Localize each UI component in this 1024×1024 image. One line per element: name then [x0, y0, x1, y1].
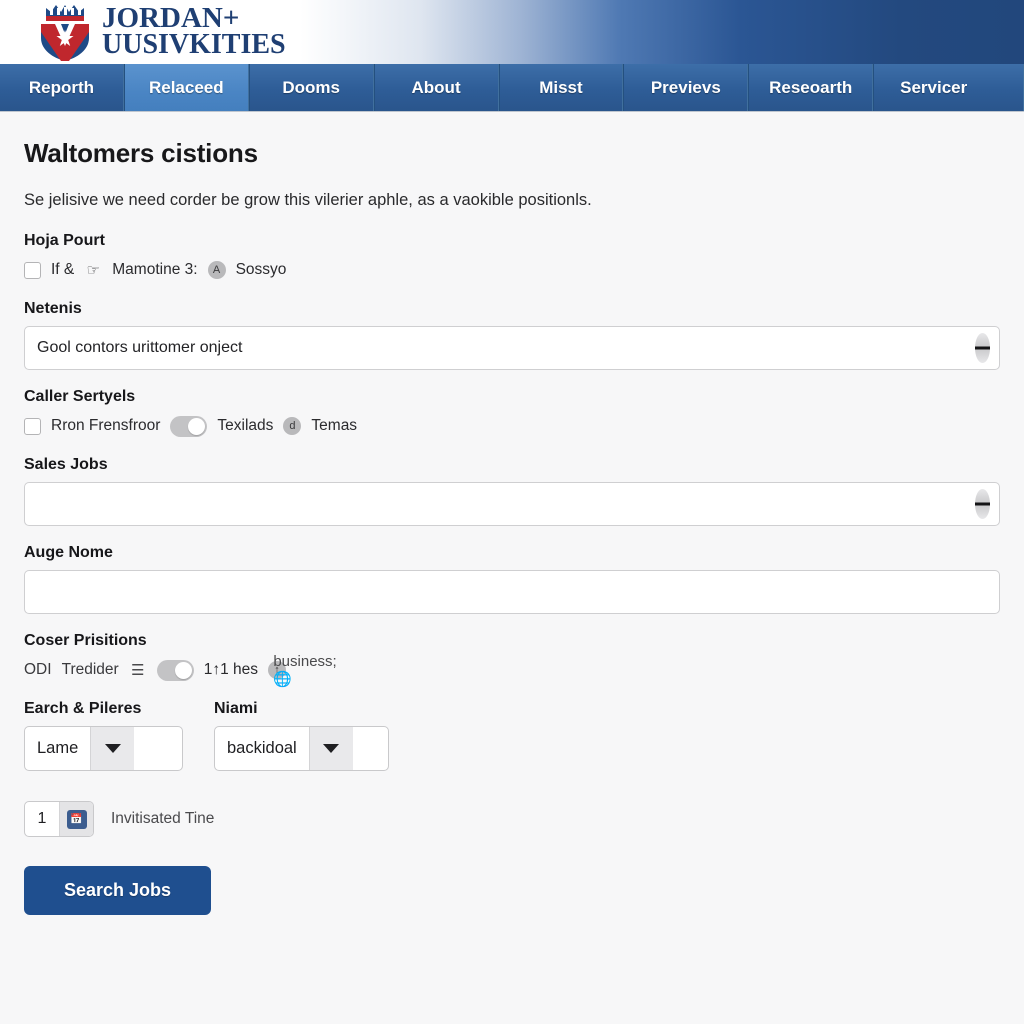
section-caller-sertyels: Caller Sertyels Rron Frensfroor Texilads… [24, 388, 1000, 438]
coser-text-tredider: Tredider [61, 661, 119, 678]
nav-label: Dooms [282, 77, 340, 97]
main-content: Waltomers cistions Se jelisive we need c… [0, 112, 1024, 915]
nav-item-reporth[interactable]: Reporth [0, 64, 124, 111]
brand-line-2: UUSIVKITIES [102, 29, 286, 61]
select-group-earch-pileres: Earch & Pileres Lame [24, 700, 183, 771]
hoja-pourt-label: Hoja Pourt [24, 232, 105, 249]
toggle-knob [174, 661, 192, 679]
nav-item-about[interactable]: About [373, 64, 499, 111]
hoja-pourt-checkbox-label: If & [51, 261, 75, 278]
stepper-row: 1 📅 Invitisated Tine [24, 801, 1000, 837]
hoja-pourt-mid-text: Mamotine 3: [112, 261, 198, 278]
auge-nome-input-shell [24, 570, 1000, 614]
coser-prisitions-label: Coser Prisitions [24, 632, 147, 649]
section-sales-jobs: Sales Jobs [24, 456, 1000, 526]
caller-sertyels-row: Rron Frensfroor Texilads d Temas [24, 414, 1000, 438]
globe-icon: business;🌐 [273, 652, 337, 688]
earch-pileres-select[interactable]: Lame [24, 726, 183, 771]
stepper-button[interactable]: 📅 [59, 802, 93, 836]
page-description: Se jelisive we need corder be grow this … [24, 191, 592, 209]
nav-item-reseoarth[interactable]: Reseoarth [748, 64, 874, 111]
nav-item-relaceed[interactable]: Relaceed [123, 64, 249, 111]
netenis-label: Netenis [24, 300, 82, 317]
site-logo[interactable]: JORDAN+ UUSIVKITIES [36, 0, 286, 64]
sales-jobs-input-shell [24, 482, 1000, 526]
coser-prisitions-row: ODI Tredider ☰ 1↑1 hes ↑ business;🌐 [24, 652, 1000, 688]
nav-label: Servicer [900, 77, 968, 97]
section-coser-prisitions: Coser Prisitions ODI Tredider ☰ 1↑1 hes … [24, 632, 1000, 688]
niami-value: backidoal [227, 739, 297, 757]
sales-jobs-input[interactable] [24, 482, 1000, 526]
coser-text-odi: ODI [24, 661, 52, 678]
stepper-value: 1 [37, 810, 47, 827]
chevron-glyph [104, 744, 121, 753]
sales-jobs-label: Sales Jobs [24, 456, 108, 473]
quantity-stepper[interactable]: 1 📅 [24, 801, 94, 837]
calendar-icon: 📅 [66, 809, 87, 829]
section-hoja-pourt: Hoja Pourt If & ☞ Mamotine 3: A Sossyo [24, 232, 1000, 282]
earch-pileres-value: Lame [37, 739, 79, 757]
niami-label: Niami [214, 700, 258, 717]
sales-jobs-spinner-icon[interactable] [975, 489, 990, 519]
brand-line-1: JORDAN+ [102, 2, 240, 35]
hoja-pourt-row: If & ☞ Mamotine 3: A Sossyo [24, 258, 1000, 282]
search-jobs-button[interactable]: Search Jobs [24, 866, 211, 915]
nav-label: About [411, 77, 461, 97]
section-auge-nome: Auge Nome [24, 544, 1000, 614]
netenis-input-shell [24, 326, 1000, 370]
nav-item-previevs[interactable]: Previevs [623, 64, 749, 111]
nav-item-misst[interactable]: Misst [498, 64, 624, 111]
chevron-down-icon[interactable] [90, 727, 135, 770]
coser-text-hes: 1↑1 hes [203, 661, 259, 678]
netenis-input[interactable] [24, 326, 1000, 370]
striped-circle-icon: ☰ [130, 662, 145, 679]
chevron-glyph [323, 744, 340, 753]
nav-label: Misst [539, 77, 583, 97]
hand-pointer-icon: ☞ [86, 262, 100, 279]
nav-item-dooms[interactable]: Dooms [248, 64, 374, 111]
hoja-pourt-end-text: Sossyo [235, 261, 287, 278]
chevron-down-icon[interactable] [308, 727, 353, 770]
badge-d-icon: d [283, 417, 302, 435]
nav-label: Reporth [28, 77, 95, 97]
nav-label: Reseoarth [769, 77, 853, 97]
caller-sertyels-checkbox-label: Rron Frensfroor [51, 417, 161, 434]
caller-sertyels-toggle[interactable] [170, 415, 208, 437]
stepper-label: Invitisated Tine [111, 810, 215, 827]
site-masthead: JORDAN+ UUSIVKITIES [0, 0, 1024, 64]
nav-label: Previevs [650, 77, 721, 97]
auge-nome-label: Auge Nome [24, 544, 113, 561]
niami-select[interactable]: backidoal [214, 726, 389, 771]
toggle-knob [188, 417, 206, 435]
shield-crest-icon [41, 5, 89, 61]
nav-label: Relaceed [148, 77, 224, 97]
filter-selects-row: Earch & Pileres Lame Niami backidoal [24, 700, 1000, 771]
hoja-pourt-checkbox[interactable] [24, 261, 41, 279]
section-netenis: Netenis [24, 300, 1000, 370]
netenis-spinner-icon[interactable] [975, 333, 990, 363]
select-group-niami: Niami backidoal [214, 700, 389, 771]
coser-prisitions-toggle[interactable] [156, 659, 194, 681]
caller-sertyels-end-text: Temas [311, 417, 358, 434]
page-title: Waltomers cistions [24, 138, 258, 168]
auge-nome-input[interactable] [24, 570, 1000, 614]
brand-wordmark: JORDAN+ UUSIVKITIES [102, 2, 286, 61]
nav-item-servicer[interactable]: Servicer [873, 64, 1024, 111]
earch-pileres-label: Earch & Pileres [24, 700, 142, 717]
primary-navigation: Reporth Relaceed Dooms About Misst Previ… [0, 64, 1024, 112]
badge-a-icon: A [207, 261, 226, 279]
caller-sertyels-checkbox[interactable] [24, 417, 41, 435]
caller-sertyels-toggle-label: Texilads [217, 417, 274, 434]
caller-sertyels-label: Caller Sertyels [24, 388, 136, 405]
